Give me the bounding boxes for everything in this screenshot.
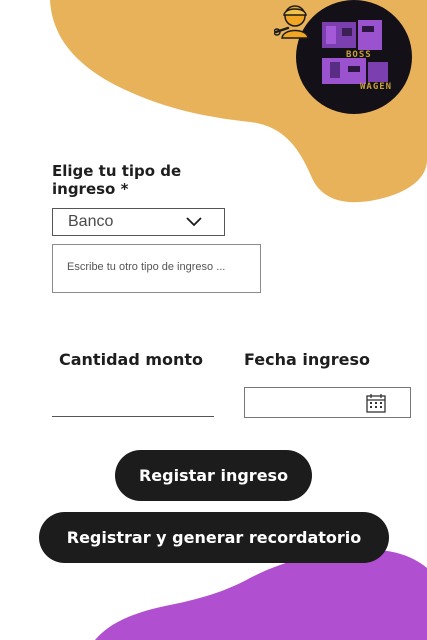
date-label: Fecha ingreso bbox=[244, 350, 370, 369]
calendar-icon[interactable] bbox=[366, 394, 386, 413]
register-income-button[interactable]: Registar ingreso bbox=[115, 450, 312, 501]
chevron-down-icon bbox=[186, 217, 202, 227]
register-and-reminder-button[interactable]: Registrar y generar recordatorio bbox=[39, 512, 389, 563]
income-type-label: Elige tu tipo de ingreso * bbox=[52, 162, 182, 198]
amount-label: Cantidad monto bbox=[59, 350, 204, 369]
other-income-field-box bbox=[52, 244, 261, 293]
bottom-blob-decoration bbox=[95, 550, 427, 640]
date-input[interactable] bbox=[244, 387, 411, 418]
other-income-input[interactable] bbox=[67, 261, 255, 273]
income-type-selected-value: Banco bbox=[68, 213, 114, 230]
amount-input[interactable] bbox=[52, 392, 214, 417]
logo-text-bottom: WAGEN bbox=[360, 82, 393, 92]
logo-text-top: BOSS bbox=[346, 50, 372, 60]
income-type-select[interactable]: Banco bbox=[52, 208, 225, 236]
worker-icon bbox=[274, 5, 309, 39]
